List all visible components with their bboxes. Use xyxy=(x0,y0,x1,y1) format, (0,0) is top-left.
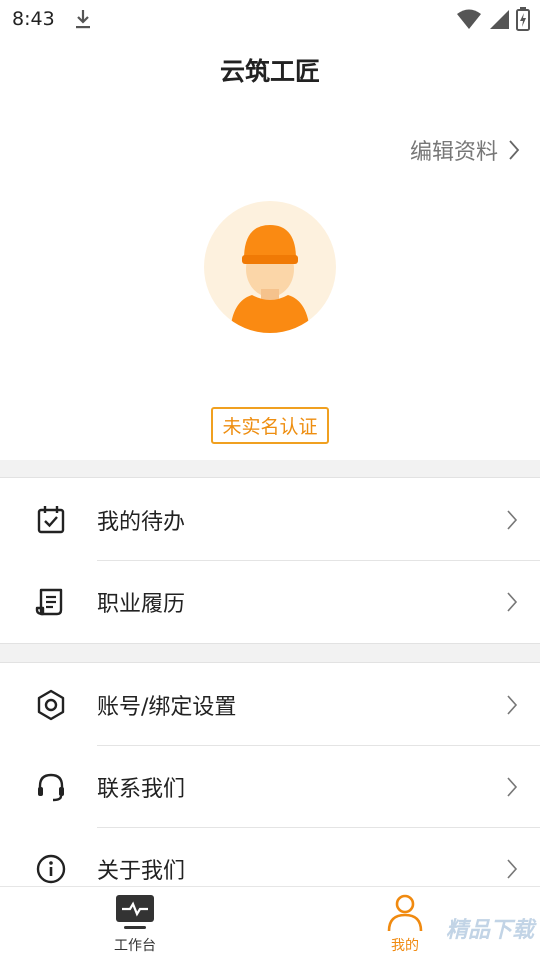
chevron-right-icon xyxy=(507,592,518,612)
info-icon xyxy=(36,854,66,884)
chevron-right-icon xyxy=(509,140,520,160)
page-title: 云筑工匠 xyxy=(219,57,320,86)
section-divider xyxy=(0,460,540,478)
menu-item-label: 我的待办 xyxy=(97,510,186,535)
menu-item-account-settings[interactable]: 账号/绑定设置 xyxy=(0,664,540,746)
chevron-right-icon xyxy=(507,695,518,715)
headset-icon xyxy=(38,773,64,802)
status-time: 8:43 xyxy=(12,8,55,30)
menu-item-todo[interactable]: 我的待办 xyxy=(0,479,540,561)
monitor-pulse-icon xyxy=(116,895,154,929)
chevron-right-icon xyxy=(507,510,518,530)
menu-item-label: 关于我们 xyxy=(97,859,186,884)
tab-label: 我的 xyxy=(391,938,419,954)
edit-profile-label: 编辑资料 xyxy=(409,140,498,165)
chevron-right-icon xyxy=(507,777,518,797)
resume-icon xyxy=(35,588,63,616)
tab-label: 工作台 xyxy=(114,938,156,954)
wifi-icon xyxy=(457,9,481,29)
menu-item-contact-us[interactable]: 联系我们 xyxy=(0,746,540,828)
hexagon-settings-icon xyxy=(37,689,65,721)
download-icon xyxy=(75,10,90,29)
worker-avatar-icon xyxy=(230,225,310,333)
avatar[interactable] xyxy=(204,201,336,333)
tab-workbench[interactable]: 工作台 xyxy=(55,887,215,960)
menu-item-label: 账号/绑定设置 xyxy=(97,695,237,720)
menu-item-career[interactable]: 职业履历 xyxy=(0,561,540,643)
menu-item-label: 职业履历 xyxy=(97,592,186,617)
chevron-right-icon xyxy=(507,859,518,879)
signal-icon xyxy=(490,10,509,29)
user-icon xyxy=(387,894,423,932)
calendar-check-icon xyxy=(37,506,65,534)
verify-status-badge[interactable]: 未实名认证 xyxy=(211,407,329,444)
menu-item-label: 联系我们 xyxy=(97,777,186,802)
status-bar: 8:43 xyxy=(0,0,540,38)
battery-icon xyxy=(516,7,530,31)
section-divider xyxy=(0,643,540,663)
edit-profile-link[interactable]: 编辑资料 xyxy=(410,134,520,166)
watermark: 精品下载 xyxy=(445,918,534,943)
